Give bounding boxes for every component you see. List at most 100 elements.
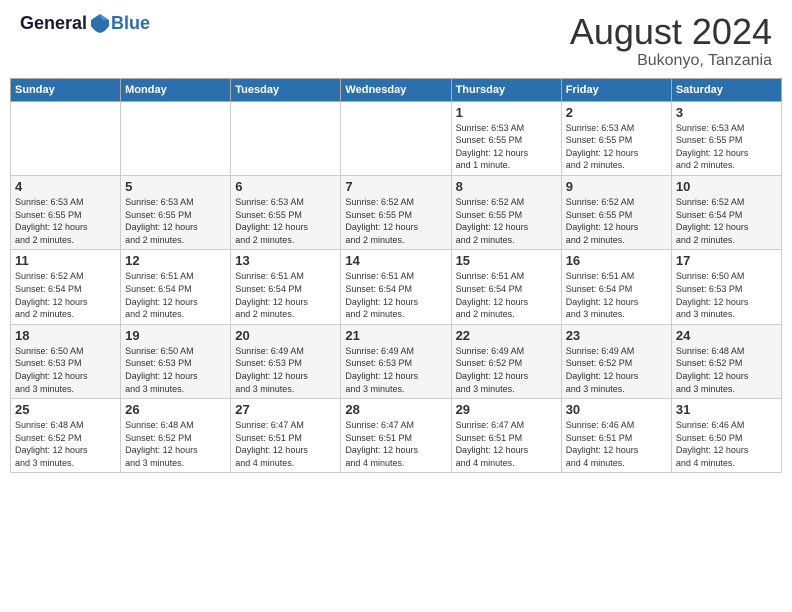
table-row: 3Sunrise: 6:53 AM Sunset: 6:55 PM Daylig… <box>671 101 781 175</box>
day-info: Sunrise: 6:51 AM Sunset: 6:54 PM Dayligh… <box>566 270 667 320</box>
day-number: 13 <box>235 253 336 268</box>
day-info: Sunrise: 6:48 AM Sunset: 6:52 PM Dayligh… <box>125 419 226 469</box>
day-number: 19 <box>125 328 226 343</box>
col-wednesday: Wednesday <box>341 78 451 101</box>
day-info: Sunrise: 6:51 AM Sunset: 6:54 PM Dayligh… <box>345 270 446 320</box>
day-number: 7 <box>345 179 446 194</box>
logo-icon <box>89 12 111 34</box>
col-thursday: Thursday <box>451 78 561 101</box>
day-number: 8 <box>456 179 557 194</box>
table-row: 27Sunrise: 6:47 AM Sunset: 6:51 PM Dayli… <box>231 399 341 473</box>
day-info: Sunrise: 6:50 AM Sunset: 6:53 PM Dayligh… <box>15 345 116 395</box>
table-row: 10 Sunrise: 6:52 AM Sunset: 6:54 PM Dayli… <box>671 175 781 249</box>
month-year-title: August 2024 <box>570 12 772 52</box>
day-info: Sunrise: 6:52 AM Sunset: 6:55 PM Dayligh… <box>345 196 446 246</box>
day-info: Sunrise: 6:49 AM Sunset: 6:53 PM Dayligh… <box>345 345 446 395</box>
day-info: Sunrise: 6:49 AM Sunset: 6:53 PM Dayligh… <box>235 345 336 395</box>
day-number: 29 <box>456 402 557 417</box>
table-row: 20 Sunrise: 6:49 AM Sunset: 6:53 PM Dayli… <box>231 324 341 398</box>
day-number: 31 <box>676 402 777 417</box>
table-row: 13Sunrise: 6:51 AM Sunset: 6:54 PM Dayli… <box>231 250 341 324</box>
table-row: 23 Sunrise: 6:49 AM Sunset: 6:52 PM Dayli… <box>561 324 671 398</box>
table-row: 11Sunrise: 6:52 AM Sunset: 6:54 PM Dayli… <box>11 250 121 324</box>
calendar-header: Sunday Monday Tuesday Wednesday Thursday… <box>11 78 782 101</box>
calendar-week-row: 4 Sunrise: 6:53 AM Sunset: 6:55 PM Daylig… <box>11 175 782 249</box>
days-of-week-row: Sunday Monday Tuesday Wednesday Thursday… <box>11 78 782 101</box>
table-row: 19 Sunrise: 6:50 AM Sunset: 6:53 PM Dayli… <box>121 324 231 398</box>
day-info: Sunrise: 6:53 AM Sunset: 6:55 PM Dayligh… <box>15 196 116 246</box>
day-number: 12 <box>125 253 226 268</box>
day-info: Sunrise: 6:49 AM Sunset: 6:52 PM Dayligh… <box>456 345 557 395</box>
day-info: Sunrise: 6:53 AM Sunset: 6:55 PM Dayligh… <box>456 122 557 172</box>
table-row: 15Sunrise: 6:51 AM Sunset: 6:54 PM Dayli… <box>451 250 561 324</box>
table-row: 29 Sunrise: 6:47 AM Sunset: 6:51 PM Dayli… <box>451 399 561 473</box>
day-number: 21 <box>345 328 446 343</box>
table-row: 30Sunrise: 6:46 AM Sunset: 6:51 PM Dayli… <box>561 399 671 473</box>
day-number: 14 <box>345 253 446 268</box>
table-row <box>231 101 341 175</box>
table-row: 31 Sunrise: 6:46 AM Sunset: 6:50 PM Dayli… <box>671 399 781 473</box>
logo-blue-text: Blue <box>111 13 150 34</box>
day-number: 24 <box>676 328 777 343</box>
day-info: Sunrise: 6:46 AM Sunset: 6:50 PM Dayligh… <box>676 419 777 469</box>
day-info: Sunrise: 6:51 AM Sunset: 6:54 PM Dayligh… <box>125 270 226 320</box>
location-subtitle: Bukonyo, Tanzania <box>570 52 772 70</box>
calendar-table: Sunday Monday Tuesday Wednesday Thursday… <box>10 78 782 474</box>
col-tuesday: Tuesday <box>231 78 341 101</box>
table-row: 5Sunrise: 6:53 AM Sunset: 6:55 PM Daylig… <box>121 175 231 249</box>
day-info: Sunrise: 6:52 AM Sunset: 6:54 PM Dayligh… <box>676 196 777 246</box>
table-row: 12 Sunrise: 6:51 AM Sunset: 6:54 PM Dayli… <box>121 250 231 324</box>
table-row: 8 Sunrise: 6:52 AM Sunset: 6:55 PM Daylig… <box>451 175 561 249</box>
day-number: 25 <box>15 402 116 417</box>
col-friday: Friday <box>561 78 671 101</box>
day-info: Sunrise: 6:52 AM Sunset: 6:55 PM Dayligh… <box>566 196 667 246</box>
calendar-week-row: 11Sunrise: 6:52 AM Sunset: 6:54 PM Dayli… <box>11 250 782 324</box>
day-number: 20 <box>235 328 336 343</box>
day-number: 18 <box>15 328 116 343</box>
day-number: 28 <box>345 402 446 417</box>
day-info: Sunrise: 6:50 AM Sunset: 6:53 PM Dayligh… <box>125 345 226 395</box>
logo: General Blue <box>20 12 150 34</box>
day-number: 27 <box>235 402 336 417</box>
table-row: 28Sunrise: 6:47 AM Sunset: 6:51 PM Dayli… <box>341 399 451 473</box>
table-row: 14 Sunrise: 6:51 AM Sunset: 6:54 PM Dayli… <box>341 250 451 324</box>
day-info: Sunrise: 6:52 AM Sunset: 6:54 PM Dayligh… <box>15 270 116 320</box>
table-row: 7 Sunrise: 6:52 AM Sunset: 6:55 PM Daylig… <box>341 175 451 249</box>
calendar-body: 1 Sunrise: 6:53 AM Sunset: 6:55 PM Daylig… <box>11 101 782 473</box>
day-info: Sunrise: 6:53 AM Sunset: 6:55 PM Dayligh… <box>125 196 226 246</box>
table-row <box>121 101 231 175</box>
day-number: 22 <box>456 328 557 343</box>
day-info: Sunrise: 6:53 AM Sunset: 6:55 PM Dayligh… <box>235 196 336 246</box>
table-row: 6 Sunrise: 6:53 AM Sunset: 6:55 PM Daylig… <box>231 175 341 249</box>
title-block: August 2024 Bukonyo, Tanzania <box>570 12 772 70</box>
day-number: 9 <box>566 179 667 194</box>
calendar-week-row: 18 Sunrise: 6:50 AM Sunset: 6:53 PM Dayli… <box>11 324 782 398</box>
table-row: 9 Sunrise: 6:52 AM Sunset: 6:55 PM Daylig… <box>561 175 671 249</box>
calendar-week-row: 1 Sunrise: 6:53 AM Sunset: 6:55 PM Daylig… <box>11 101 782 175</box>
day-number: 23 <box>566 328 667 343</box>
table-row: 24Sunrise: 6:48 AM Sunset: 6:52 PM Dayli… <box>671 324 781 398</box>
day-info: Sunrise: 6:53 AM Sunset: 6:55 PM Dayligh… <box>676 122 777 172</box>
logo-general-text: General <box>20 13 87 34</box>
col-monday: Monday <box>121 78 231 101</box>
day-number: 17 <box>676 253 777 268</box>
day-info: Sunrise: 6:50 AM Sunset: 6:53 PM Dayligh… <box>676 270 777 320</box>
calendar-container: Sunday Monday Tuesday Wednesday Thursday… <box>0 78 792 474</box>
day-info: Sunrise: 6:53 AM Sunset: 6:55 PM Dayligh… <box>566 122 667 172</box>
table-row: 16 Sunrise: 6:51 AM Sunset: 6:54 PM Dayli… <box>561 250 671 324</box>
table-row: 2 Sunrise: 6:53 AM Sunset: 6:55 PM Daylig… <box>561 101 671 175</box>
day-number: 6 <box>235 179 336 194</box>
day-number: 1 <box>456 105 557 120</box>
day-number: 2 <box>566 105 667 120</box>
day-info: Sunrise: 6:52 AM Sunset: 6:55 PM Dayligh… <box>456 196 557 246</box>
table-row: 17 Sunrise: 6:50 AM Sunset: 6:53 PM Dayli… <box>671 250 781 324</box>
table-row: 26 Sunrise: 6:48 AM Sunset: 6:52 PM Dayli… <box>121 399 231 473</box>
day-number: 16 <box>566 253 667 268</box>
day-number: 10 <box>676 179 777 194</box>
day-info: Sunrise: 6:49 AM Sunset: 6:52 PM Dayligh… <box>566 345 667 395</box>
day-number: 4 <box>15 179 116 194</box>
col-sunday: Sunday <box>11 78 121 101</box>
day-number: 26 <box>125 402 226 417</box>
day-info: Sunrise: 6:47 AM Sunset: 6:51 PM Dayligh… <box>456 419 557 469</box>
calendar-week-row: 25 Sunrise: 6:48 AM Sunset: 6:52 PM Dayli… <box>11 399 782 473</box>
